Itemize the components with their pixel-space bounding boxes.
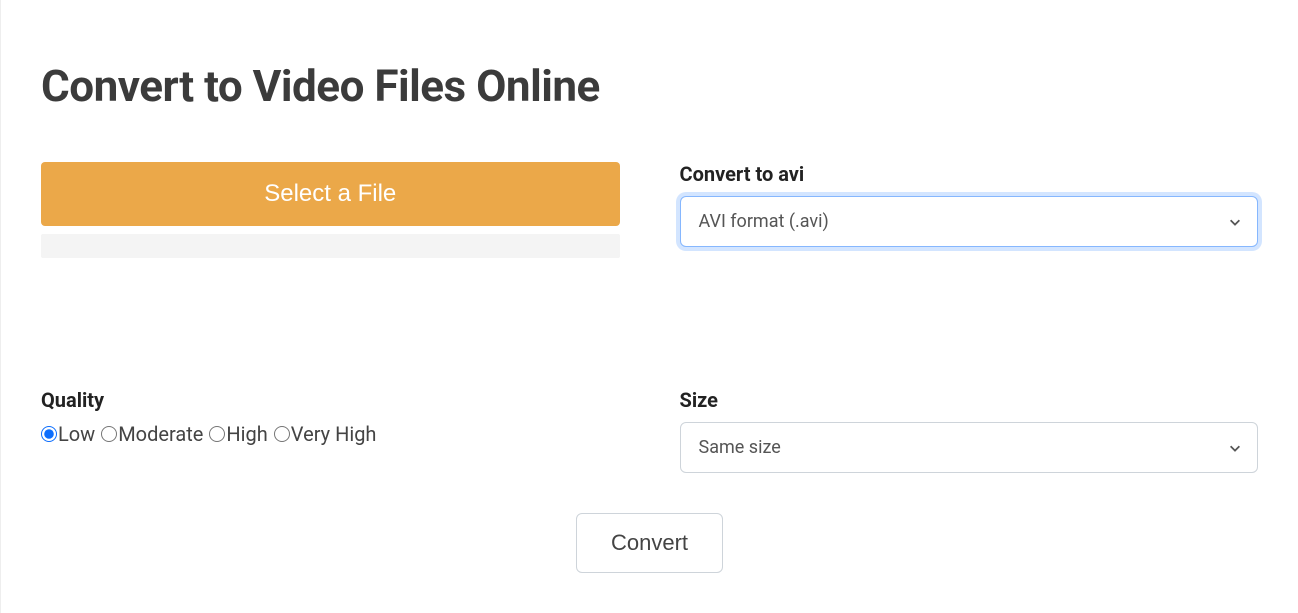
format-select[interactable]: AVI format (.avi) (680, 196, 1259, 247)
format-label: Convert to avi (680, 162, 1259, 186)
quality-radio-very-high[interactable] (274, 426, 290, 442)
quality-option-label: Low (58, 422, 95, 446)
size-select[interactable]: Same size (680, 422, 1259, 473)
file-drop-area[interactable] (41, 234, 620, 258)
quality-option-label: Very High (291, 422, 377, 446)
select-file-button[interactable]: Select a File (41, 162, 620, 226)
convert-button[interactable]: Convert (576, 513, 723, 573)
size-label: Size (680, 388, 1259, 412)
page-title: Convert to Video Files Online (41, 60, 1258, 112)
quality-radio-high[interactable] (209, 426, 225, 442)
quality-option-very-high[interactable]: Very High (274, 422, 377, 446)
quality-radio-moderate[interactable] (101, 426, 117, 442)
quality-option-label: High (226, 422, 267, 446)
quality-radio-group: Low Moderate High Very High (41, 422, 620, 446)
quality-radio-low[interactable] (41, 426, 57, 442)
quality-label: Quality (41, 388, 620, 412)
quality-option-low[interactable]: Low (41, 422, 95, 446)
quality-option-high[interactable]: High (209, 422, 267, 446)
quality-option-moderate[interactable]: Moderate (101, 422, 203, 446)
quality-option-label: Moderate (118, 422, 203, 446)
